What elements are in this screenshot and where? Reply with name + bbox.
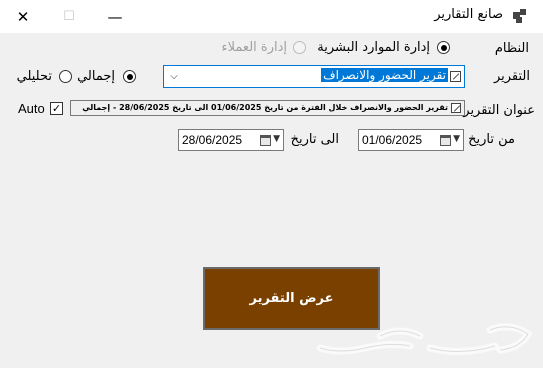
report-selected-text: تقرير الحضور والانصراف: [321, 68, 448, 82]
title-bar: ✕ ☐ — صانع التقارير: [0, 0, 543, 33]
report-icon: [450, 71, 461, 82]
system-label: النظام: [494, 41, 529, 56]
mode-analytic-label[interactable]: تحليلي: [17, 69, 52, 84]
system-hr-radio[interactable]: [437, 41, 450, 54]
close-icon: ✕: [16, 7, 30, 26]
app-icon: [513, 9, 526, 23]
calendar-icon: [260, 135, 271, 146]
report-title-field[interactable]: تقرير الحضور والانصراف خلال الفترة من تا…: [70, 100, 465, 116]
watermark-logo: [316, 323, 533, 356]
calendar-icon: [440, 135, 451, 146]
minimize-button[interactable]: —: [92, 0, 138, 33]
from-date-value: 01/06/2025: [362, 133, 423, 147]
report-combobox[interactable]: ⌵ تقرير الحضور والانصراف: [163, 65, 465, 88]
report-builder-window: ✕ ☐ — صانع التقارير النظام إدارة الموارد…: [0, 0, 543, 368]
chevron-down-icon: ⌵: [170, 71, 178, 82]
mode-analytic-radio[interactable]: [59, 70, 72, 83]
system-clients-radio: [293, 41, 306, 54]
close-button[interactable]: ✕: [0, 0, 46, 33]
system-hr-label[interactable]: إدارة الموارد البشرية: [317, 40, 430, 55]
maximize-icon: ☐: [63, 9, 75, 24]
from-date-label: من تاريخ: [468, 132, 515, 147]
chevron-down-icon: ▼: [273, 134, 280, 144]
check-icon: ✓: [51, 102, 62, 115]
auto-checkbox[interactable]: ✓: [50, 102, 63, 115]
auto-label: Auto: [18, 101, 45, 116]
maximize-button: ☐: [46, 0, 92, 33]
to-date-value: 28/06/2025: [182, 133, 243, 147]
report-title-label: عنوان التقرير: [463, 103, 535, 118]
report-label: التقرير: [493, 69, 530, 84]
minimize-icon: —: [107, 7, 123, 26]
to-date-picker[interactable]: 28/06/2025 ▼: [178, 129, 284, 151]
window-title: صانع التقارير: [434, 7, 503, 22]
to-date-label: الى تاريخ: [290, 132, 339, 147]
mode-total-label[interactable]: إجمالي: [77, 69, 115, 84]
system-clients-label: إدارة العملاء: [221, 40, 287, 55]
report-title-value: تقرير الحضور والانصراف خلال الفترة من تا…: [82, 103, 448, 112]
chevron-down-icon: ▼: [453, 134, 460, 144]
mode-total-radio[interactable]: [123, 70, 136, 83]
title-field-icon: [451, 103, 461, 113]
from-date-picker[interactable]: 01/06/2025 ▼: [358, 129, 464, 151]
